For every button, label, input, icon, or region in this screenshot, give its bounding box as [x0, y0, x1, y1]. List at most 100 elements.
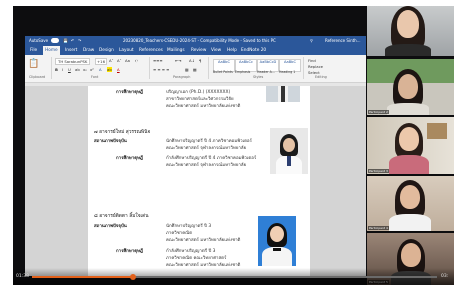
progress-handle[interactable] — [130, 274, 137, 280]
player-controls: 01:38 03: — [13, 268, 454, 285]
tab-home[interactable]: Home — [43, 46, 60, 55]
tab-view[interactable]: View — [211, 46, 221, 55]
word-window: AutoSave 💾 ↶ ↷ 20230820_Teachers-CSEDU-2… — [25, 36, 366, 276]
undo-icon[interactable]: ↶ — [71, 36, 74, 46]
section-1-status-line-2: คณะวิทยาศาสตร์ จุฬาลงกรณ์มหาวิทยาลัย — [166, 146, 247, 151]
ribbon-tabs: File Home Insert Draw Design Layout Refe… — [25, 46, 366, 55]
superscript-icon[interactable]: x² — [90, 67, 94, 72]
participant-tile-3[interactable]: Participant 3 — [367, 117, 454, 174]
document-page[interactable]: การศึกษาดุษฎี ปริญญาเอก (Ph.D.) (XXXXXXX… — [88, 86, 310, 276]
style-name-1: Bullet Points — [213, 70, 233, 74]
section-2-status-label: สถานภาพปัจจุบัน — [94, 224, 127, 229]
section-1-education-line-2: คณะวิทยาศาสตร์ จุฬาลงกรณ์มหาวิทยาลัย — [166, 163, 247, 168]
grow-font-icon[interactable]: Aˆ — [109, 58, 114, 63]
replace-button[interactable]: Replace — [308, 64, 323, 69]
italic-icon[interactable]: I — [62, 67, 63, 72]
indent-icon[interactable]: ⇤⇥ — [175, 58, 181, 63]
section-2-photo — [258, 216, 296, 266]
style-name-3: Header A... — [257, 70, 275, 74]
participant-tile-2[interactable]: Participant 2 — [367, 59, 454, 115]
previous-photo — [266, 86, 300, 102]
underline-icon[interactable]: U — [68, 67, 71, 72]
participant-4-avatar — [400, 185, 420, 209]
tab-help[interactable]: Help — [227, 46, 237, 55]
tab-mailings[interactable]: Mailings — [167, 46, 185, 55]
participant-tile-4[interactable]: Participant 4 — [367, 176, 454, 231]
font-name-select[interactable]: TH SarabunPSK — [55, 58, 91, 65]
borders-icon[interactable]: ▦ — [193, 67, 197, 72]
shrink-font-icon[interactable]: Aˇ — [117, 58, 122, 63]
document-title: 20230820_Teachers-CSEDU-2024-ST - Compat… — [123, 38, 276, 43]
group-clipboard: Clipboard — [29, 75, 46, 79]
save-icon[interactable]: 💾 — [63, 36, 68, 46]
tab-design[interactable]: Design — [99, 46, 114, 55]
section-1-status-label: สถานภาพปัจจุบัน — [94, 139, 127, 144]
strikethrough-icon[interactable]: ab — [75, 67, 80, 72]
word-title-bar: AutoSave 💾 ↶ ↷ 20230820_Teachers-CSEDU-2… — [25, 36, 366, 46]
section-2-education-line-1: กำลังศึกษาปริญญาตรี ปี 3 — [166, 249, 216, 254]
subscript-icon[interactable]: x₂ — [83, 67, 87, 72]
participant-3-name: Participant 3 — [368, 169, 389, 173]
autosave-toggle[interactable] — [51, 38, 59, 43]
participant-2-avatar — [398, 74, 418, 99]
account-label[interactable]: Reference Sinth... — [325, 36, 361, 46]
prev-education-label: การศึกษาดุษฎี — [116, 90, 143, 95]
text-effects-icon[interactable]: A — [99, 67, 102, 72]
section-1-header: ๗ อาจารย์ใหม่ สุวรรณพินิจ — [94, 130, 151, 135]
autosave-label[interactable]: AutoSave — [29, 36, 48, 46]
prev-education-line-2: สาขาวิทยาศาสตร์และวิศวกรรมวิจัย — [166, 97, 234, 102]
participant-2-name: Participant 2 — [368, 110, 389, 114]
tab-review[interactable]: Review — [191, 46, 206, 55]
ribbon: 📋 TH SarabunPSK +16 Aˆ Aˇ Aa ℮ B I U ab … — [25, 55, 366, 83]
group-editing: Editing — [315, 75, 327, 79]
font-size-select[interactable]: +16 — [95, 58, 108, 65]
document-canvas[interactable]: การศึกษาดุษฎี ปริญญาเอก (Ph.D.) (XXXXXXX… — [25, 86, 366, 276]
progress-track[interactable] — [32, 274, 437, 280]
clear-format-icon[interactable]: ℮ — [135, 58, 138, 63]
tab-draw[interactable]: Draw — [83, 46, 94, 55]
progress-fill — [32, 276, 134, 278]
tab-file[interactable]: File — [30, 46, 37, 55]
style-name-4: Heading 1 — [279, 70, 296, 74]
total-time: 03: — [441, 274, 449, 279]
tab-references[interactable]: References — [139, 46, 163, 55]
section-2-status-line-2: ภาควิชาคณิต — [166, 231, 193, 236]
sort-icon[interactable]: A↓ — [189, 58, 195, 63]
participant-tile-1[interactable] — [367, 6, 454, 56]
highlight-icon[interactable]: ab — [107, 67, 112, 72]
show-marks-icon[interactable]: ¶ — [199, 58, 201, 63]
participant-3-avatar — [399, 127, 419, 151]
section-2-status-line-1: นักศึกษาปริญญาตรี ปี 3 — [166, 224, 212, 229]
change-case-icon[interactable]: Aa — [125, 58, 130, 63]
current-time: 01:38 — [16, 274, 29, 279]
section-1-education-label: การศึกษาดุษฎี — [116, 156, 143, 161]
align-icons[interactable]: ≡ ≡ ≡ ≡ — [153, 67, 169, 72]
section-2-education-line-2: ภาควิชาคณิต คณะวิทยาศาสตร์ — [166, 256, 227, 261]
section-1-education-line-1: กำลังศึกษาปริญญาตรี ปี 4 ภาควิชาคอมพิวเต… — [166, 156, 257, 161]
bold-icon[interactable]: B — [55, 67, 58, 72]
tab-insert[interactable]: Insert — [65, 46, 77, 55]
tab-layout[interactable]: Layout — [119, 46, 134, 55]
prev-education-line-3: คณะวิทยาศาสตร์ มหาวิทยาลัยแห่งชาติ — [166, 104, 241, 109]
tab-endnote[interactable]: EndNote 20 — [241, 46, 266, 55]
search-icon[interactable]: ⚲ — [310, 36, 313, 46]
shading-icon[interactable]: ▩ — [185, 67, 189, 72]
participant-4-name: Participant 4 — [368, 226, 389, 230]
section-2-status-line-3: คณะวิทยาศาสตร์ มหาวิทยาลัยแห่งชาติ — [166, 238, 241, 243]
section-2-education-line-3: คณะวิทยาศาสตร์ มหาวิทยาลัยแห่งชาติ — [166, 263, 241, 268]
style-name-2: Emphasis — [235, 70, 251, 74]
bullets-icon[interactable]: ≡≡≡ — [153, 58, 163, 63]
section-1-photo — [270, 128, 308, 174]
font-color-icon[interactable]: A — [117, 67, 120, 72]
participant-1-avatar — [397, 10, 419, 38]
paste-icon[interactable]: 📋 — [28, 59, 39, 69]
section-2-header: ๘ อาจารย์ติดตา ลิ้มใจเด่น — [94, 214, 149, 219]
find-button[interactable]: Find — [308, 58, 316, 63]
group-paragraph: Paragraph — [173, 75, 191, 79]
participant-5-avatar — [401, 243, 421, 267]
group-styles: Styles — [253, 75, 264, 79]
section-2-education-label: การศึกษาดุษฎี — [116, 249, 143, 254]
section-1-status-line-1: นักศึกษาปริญญาตรี ปี 4 ภาควิชาคอมพิวเตอร… — [166, 139, 252, 144]
group-font: Font — [91, 75, 99, 79]
redo-icon[interactable]: ↷ — [78, 36, 81, 46]
